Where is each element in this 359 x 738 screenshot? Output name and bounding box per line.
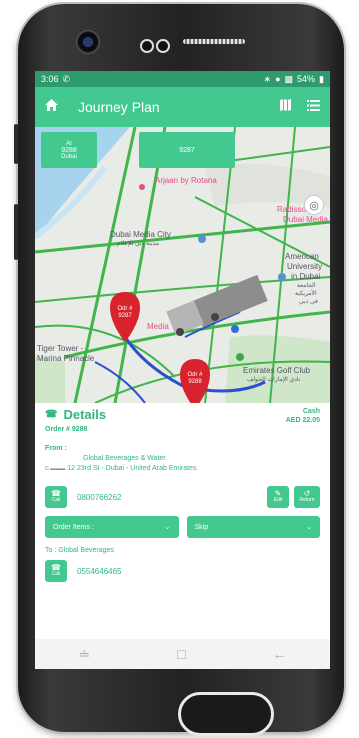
order-number: Order # 9288: [45, 426, 88, 433]
order-pin-9288[interactable]: Odr # 9288: [183, 372, 207, 386]
google-maps-icon: G ▬▬▬: [45, 465, 66, 472]
order-tile-9288[interactable]: At 9288 Dubai: [41, 132, 97, 168]
from-address-row: G ▬▬▬ 12 23rd St - Dubai - United Arab E…: [45, 465, 320, 472]
status-bar: 3:06 ✆ ∗ ● ▩ 54% ▮: [35, 71, 330, 87]
status-time: 3:06: [41, 74, 59, 84]
back-arrow-icon[interactable]: ←: [273, 646, 287, 662]
payment-info: Cash AED 22.05: [286, 407, 320, 425]
to-label: To : Global Beverages: [45, 547, 114, 554]
map-label: American: [285, 252, 319, 261]
home-nav-icon[interactable]: □: [177, 646, 185, 662]
sensors: [140, 37, 172, 55]
tile-line: 9288: [61, 146, 77, 154]
order-items-dropdown[interactable]: Order Items : ⌄: [45, 516, 179, 538]
chevron-down-icon: ⌄: [306, 524, 312, 531]
map-label: Marina Pinnacle: [37, 354, 95, 363]
signal-icon: ▩: [284, 73, 294, 84]
page-title: Journey Plan: [78, 99, 160, 115]
location-icon: ●: [275, 74, 281, 84]
call-to-button[interactable]: ☎ Call: [45, 560, 67, 582]
to-actions: ☎ Call 0554646465: [45, 560, 320, 582]
phone-icon: ☎: [45, 409, 58, 420]
call-label: Call: [51, 571, 61, 577]
map-label: الأمريكية: [295, 291, 317, 297]
list-icon[interactable]: [307, 98, 320, 116]
pin-label: Odr #: [187, 372, 203, 378]
order-tile-9287[interactable]: 9287: [139, 132, 235, 168]
system-nav-bar: ≐ □ ←: [35, 639, 330, 669]
from-address: 12 23rd St - Dubai - United Arab Emirate…: [67, 465, 197, 472]
earpiece-speaker: [183, 39, 245, 44]
map-label: University: [287, 262, 323, 271]
skip-label: Skip: [194, 523, 209, 531]
map-label: in Dubai: [291, 272, 321, 281]
pin-label: 9287: [118, 313, 132, 319]
map-icon[interactable]: [280, 98, 291, 116]
map-label: مدينة دبي للإعلام: [117, 241, 160, 247]
from-name: Global Beverages & Water: [83, 455, 166, 462]
battery-level: 54%: [297, 74, 316, 84]
map-label: Arjaan by Rotana: [155, 176, 217, 185]
edit-button[interactable]: ✎ Edit: [267, 486, 289, 508]
pin-label: Odr #: [117, 306, 133, 312]
recent-apps-icon[interactable]: ≐: [78, 646, 90, 663]
map-label: Dubai Media: [283, 215, 328, 224]
map-label: Media: [147, 322, 169, 331]
journey-map[interactable]: At 9288 Dubai 9287 Arjaan by Rotana Duba…: [35, 127, 330, 403]
tile-line: Dubai: [61, 153, 77, 160]
map-label: في دبي: [299, 299, 318, 305]
home-icon[interactable]: [45, 98, 58, 116]
payment-type: Cash: [302, 408, 320, 415]
call-from-button[interactable]: ☎ Call: [45, 486, 67, 508]
payment-amount: AED 22.05: [285, 417, 320, 424]
to-phone: 0554646465: [77, 566, 122, 576]
app-screen: 3:06 ✆ ∗ ● ▩ 54% ▮ Journey Plan At 9288 …: [35, 71, 330, 669]
whatsapp-icon: ✆: [62, 73, 71, 84]
my-location-icon[interactable]: ◎: [304, 195, 324, 215]
from-phone: 0800766262: [77, 492, 122, 502]
chevron-down-icon: ⌄: [164, 524, 171, 531]
call-label: Call: [51, 497, 61, 503]
from-label: From :: [45, 445, 67, 452]
edit-label: Edit: [273, 497, 283, 503]
return-button[interactable]: ↺ Return: [294, 486, 320, 508]
details-title: Details: [63, 407, 107, 422]
map-label: الجامعة: [297, 283, 316, 289]
tile-line: 9287: [179, 146, 195, 154]
hardware-home-button[interactable]: [178, 692, 274, 736]
order-items-label: Order Items :: [53, 523, 94, 531]
dropdown-row: Order Items : ⌄ Skip ⌄: [45, 516, 320, 538]
app-bar: Journey Plan: [35, 87, 330, 127]
details-heading: ☎ Details: [45, 407, 106, 422]
return-label: Return: [299, 497, 315, 503]
volume-button: [14, 124, 18, 164]
map-label: Dubai Media City: [110, 230, 171, 239]
from-actions: ☎ Call 0800766262 ✎ Edit ↺ Return: [45, 486, 320, 508]
map-label: Emirates Golf Club: [243, 366, 311, 375]
skip-dropdown[interactable]: Skip ⌄: [186, 516, 320, 538]
order-pin-9287[interactable]: Odr # 9287: [113, 306, 137, 320]
power-button: [14, 204, 18, 260]
map-label: Tiger Tower -: [37, 344, 84, 353]
pin-label: 9288: [188, 379, 202, 385]
map-label: نادي الإمارات للجولف: [247, 377, 301, 383]
battery-icon: ▮: [319, 73, 324, 84]
bluetooth-icon: ∗: [263, 73, 272, 84]
front-camera: [76, 30, 100, 54]
order-details: ☎ Details Order # 9288 Cash AED 22.05 Fr…: [35, 403, 330, 582]
